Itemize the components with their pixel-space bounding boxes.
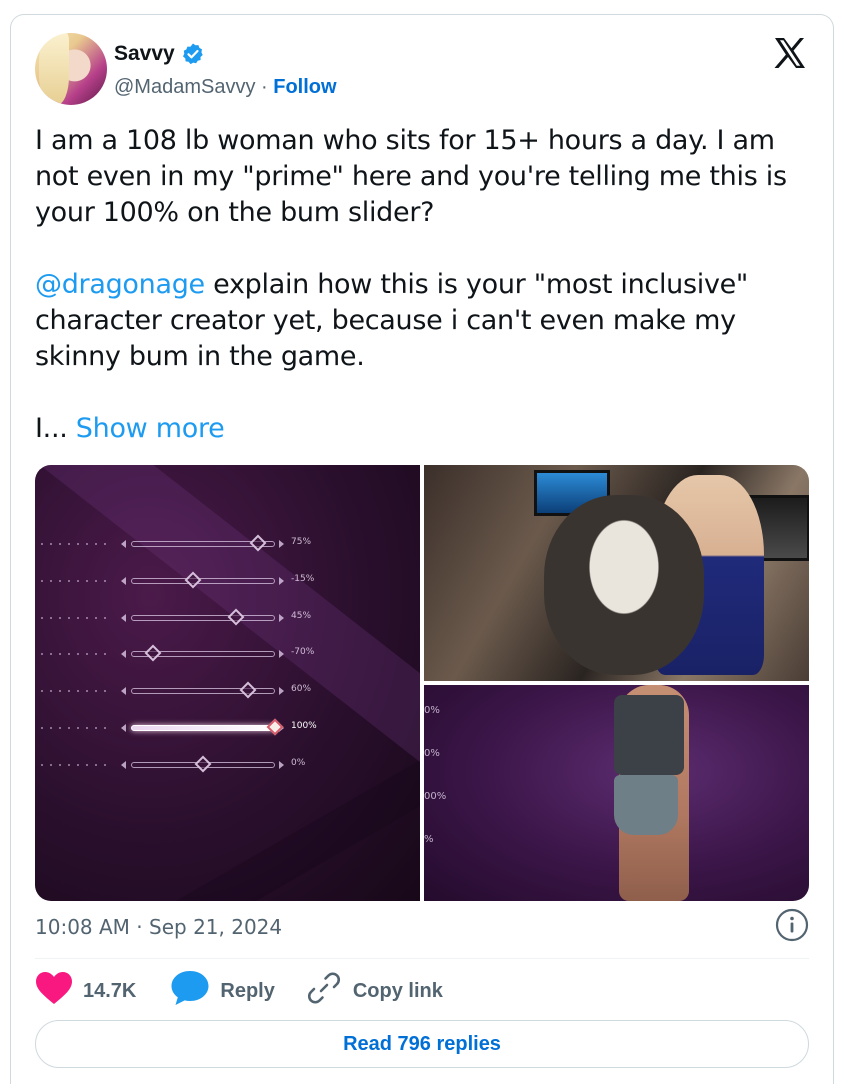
like-button[interactable]: 14.7K [35, 971, 136, 1011]
slider-value: 0% [424, 748, 440, 759]
slider-knob[interactable] [144, 644, 162, 662]
tweet-time: 10:08 AM [35, 915, 130, 939]
slider-knob[interactable] [249, 534, 267, 552]
media-image-character[interactable]: 0% 0% 00%% [424, 685, 809, 901]
mention-link[interactable]: @dragonage [35, 269, 205, 300]
arrow-left-icon[interactable] [121, 576, 126, 585]
arrow-left-icon[interactable] [121, 613, 126, 622]
slider-row[interactable]: -15% [41, 571, 341, 589]
arrow-left-icon[interactable] [121, 540, 126, 548]
media-image-photo[interactable] [424, 465, 809, 681]
slider-value: 60% [291, 684, 312, 695]
slider-dots [41, 579, 111, 582]
slider-value: % [424, 834, 434, 845]
timestamp[interactable]: 10:08 AM · Sep 21, 2024 [35, 915, 282, 939]
separator: · [255, 76, 274, 98]
reply-label: Reply [220, 979, 275, 1002]
tweet-text: I am a 108 lb woman who sits for 15+ hou… [35, 123, 815, 447]
slider-dots [41, 543, 111, 545]
copy-link-button[interactable]: Copy link [305, 969, 443, 1013]
arrow-right-icon[interactable] [279, 687, 284, 696]
slider-value: 00% [424, 791, 447, 802]
arrow-right-icon[interactable] [279, 613, 284, 622]
x-logo-icon[interactable] [773, 37, 807, 69]
slider-value: -15% [291, 573, 315, 584]
tweet-date: Sep 21, 2024 [149, 915, 283, 939]
tweet-truncated-text: I... [35, 413, 76, 444]
action-bar: 14.7K Reply Copy link [35, 969, 473, 1013]
slider-knob[interactable] [266, 718, 284, 736]
tweet-paragraph-1: I am a 108 lb woman who sits for 15+ hou… [35, 125, 787, 228]
show-more-link[interactable]: Show more [76, 413, 225, 444]
slider-value: 0% [424, 705, 440, 716]
slider-dots [41, 653, 111, 656]
slider-row[interactable]: 100% [41, 718, 341, 736]
slider-track[interactable] [131, 725, 275, 731]
slider-value: 100% [291, 721, 317, 731]
author-name-row: Savvy [114, 42, 205, 66]
slider-row[interactable]: 60% [41, 681, 341, 699]
media-grid: 75% -15% 45% -70% 60% 100% 0% 0% 0% 00%% [35, 465, 809, 901]
read-replies-button[interactable]: Read 796 replies [35, 1020, 809, 1068]
slider-dots [41, 727, 111, 729]
slider-value: 45% [291, 610, 312, 621]
slider-row[interactable]: 45% [41, 608, 341, 626]
tweet-paragraph-2: @dragonage explain how this is your "mos… [35, 267, 815, 375]
tweet-paragraph-3: I... Show more [35, 411, 815, 447]
avatar[interactable] [35, 33, 107, 105]
slider-knob[interactable] [194, 755, 212, 773]
slider-dots [41, 763, 111, 766]
author-name[interactable]: Savvy [114, 42, 175, 66]
slider-dots [41, 690, 111, 693]
slider-knob[interactable] [227, 608, 245, 626]
slider-row[interactable]: -70% [41, 644, 341, 662]
character-shorts [614, 775, 678, 835]
divider [35, 958, 809, 959]
slider-row[interactable]: 0% [41, 755, 341, 773]
author-handle-row: @MadamSavvy · Follow [114, 76, 337, 99]
arrow-left-icon[interactable] [121, 687, 126, 696]
author-handle[interactable]: @MadamSavvy [114, 76, 255, 99]
reply-button[interactable]: Reply [170, 969, 275, 1013]
follow-button[interactable]: Follow [273, 76, 336, 99]
arrow-left-icon[interactable] [121, 724, 126, 732]
slider-value: 0% [291, 757, 306, 768]
arrow-right-icon[interactable] [279, 576, 284, 585]
slider-dots [41, 616, 111, 619]
slider-knob[interactable] [184, 571, 202, 589]
slider-track[interactable] [131, 614, 275, 621]
media-image-sliders[interactable]: 75% -15% 45% -70% 60% 100% 0% [35, 465, 420, 901]
arrow-left-icon[interactable] [121, 650, 126, 659]
reply-bubble-icon [170, 969, 210, 1013]
tweet-card: Savvy @MadamSavvy · Follow I am a 108 lb… [10, 14, 834, 1084]
dog-shape [544, 495, 704, 675]
arrow-right-icon[interactable] [279, 650, 284, 659]
arrow-right-icon[interactable] [279, 760, 284, 769]
arrow-right-icon[interactable] [279, 540, 284, 548]
slider-track[interactable] [131, 577, 275, 584]
slider-row[interactable]: 75% [41, 534, 341, 552]
copy-link-label: Copy link [352, 979, 443, 1002]
slider-knob[interactable] [239, 681, 257, 699]
slider-value: 75% [291, 537, 312, 547]
info-icon[interactable] [775, 908, 809, 942]
slider-value: -70% [291, 647, 315, 658]
like-count: 14.7K [83, 979, 137, 1002]
separator: · [129, 915, 150, 939]
heart-icon [35, 971, 73, 1011]
character-vest [614, 695, 684, 775]
link-icon [305, 969, 343, 1013]
verified-badge-icon [181, 42, 205, 66]
arrow-left-icon[interactable] [121, 760, 126, 769]
